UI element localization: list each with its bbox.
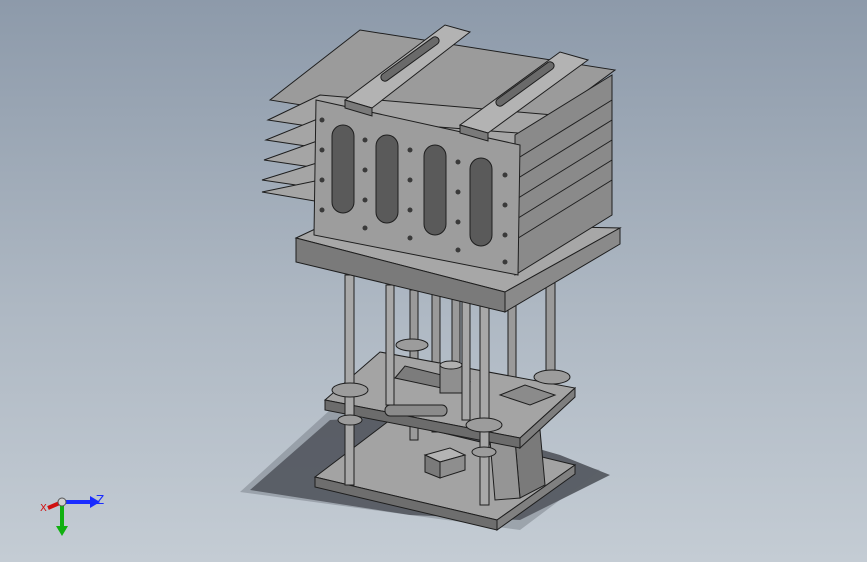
cad-assembly-model[interactable] (0, 0, 867, 562)
slot-4 (469, 157, 493, 247)
x-axis-label: X (40, 503, 47, 514)
slot-2 (375, 134, 399, 224)
z-axis-label: Z (96, 493, 105, 507)
slot-3 (423, 144, 447, 236)
graphics-viewport[interactable]: Z X (0, 0, 867, 562)
slot-1 (331, 124, 355, 214)
lead-screw-nut[interactable] (439, 360, 463, 394)
